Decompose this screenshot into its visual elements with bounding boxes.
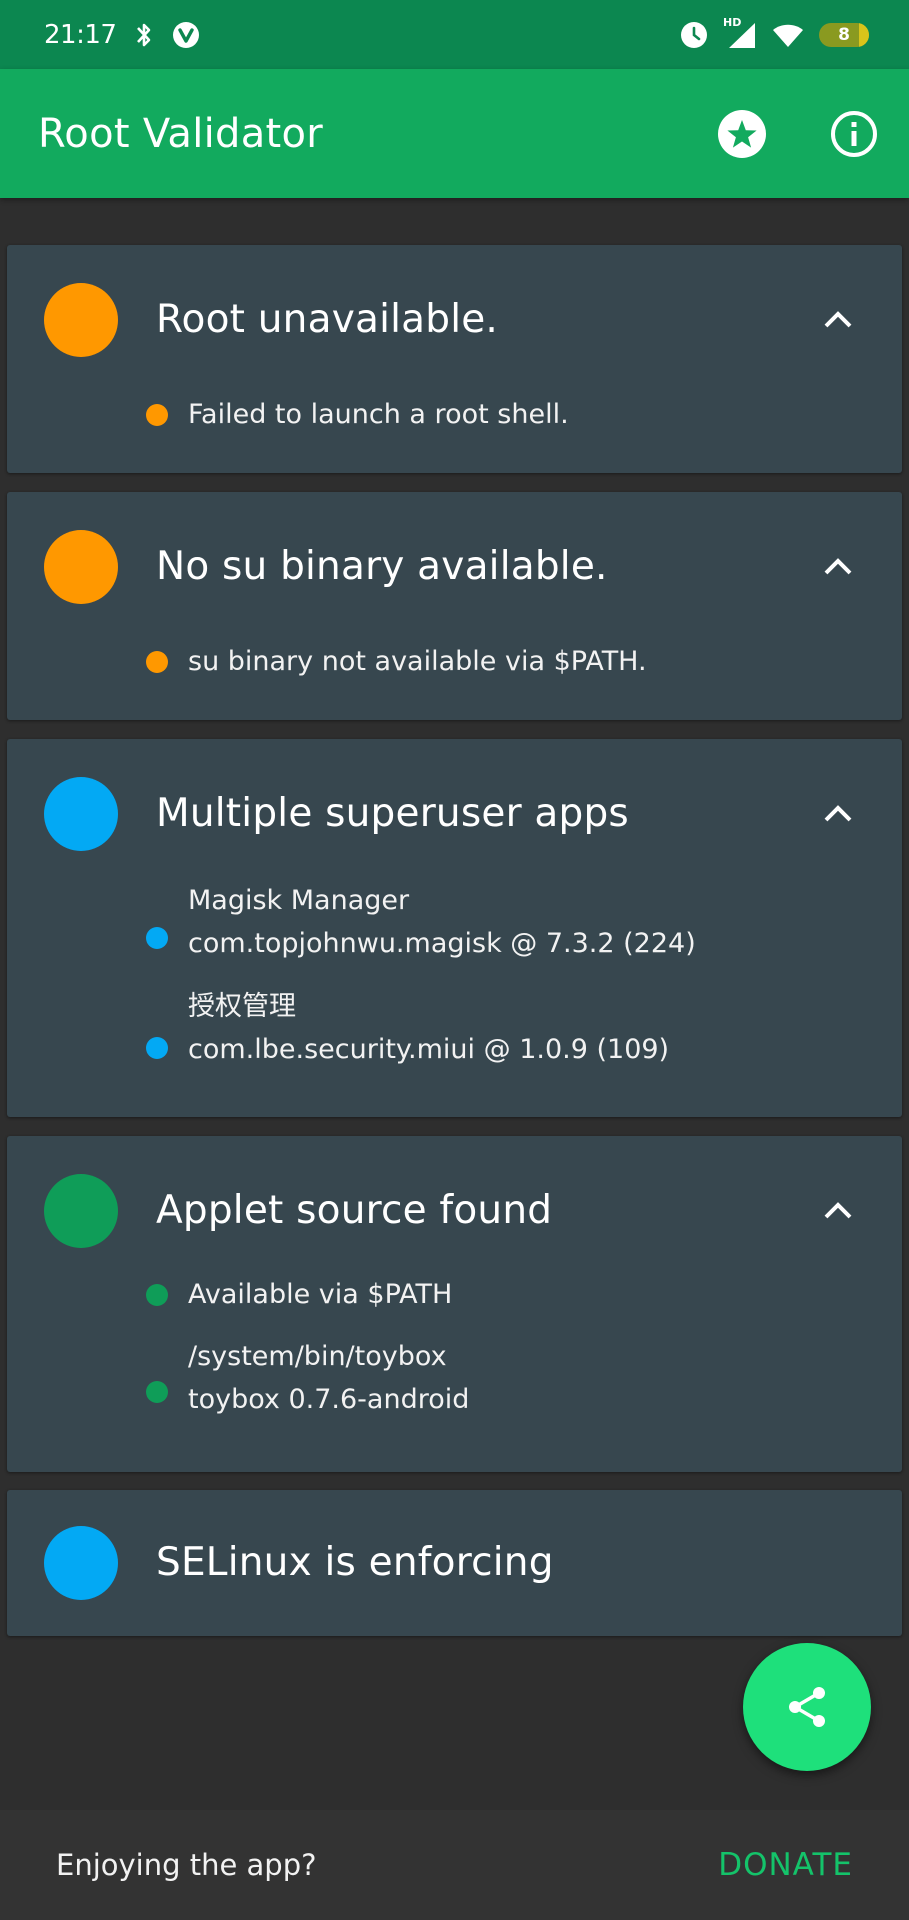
battery-indicator: 8 xyxy=(819,22,869,47)
list-item: 授权管理 com.lbe.security.miui @ 1.0.9 (109) xyxy=(7,985,902,1085)
item-line1: Magisk Manager xyxy=(188,885,410,916)
item-line1: /system/bin/toybox xyxy=(188,1341,447,1372)
item-indicator xyxy=(146,1381,168,1403)
item-line1: 授权管理 xyxy=(188,991,296,1022)
card-header[interactable]: SELinux is enforcing xyxy=(7,1490,902,1636)
status-bar: 21:17 HD 8 xyxy=(0,0,909,69)
card-header[interactable]: No su binary available. xyxy=(7,492,902,642)
battery-level: 8 xyxy=(838,24,850,45)
item-indicator xyxy=(146,1037,168,1059)
list-item: su binary not available via $PATH. xyxy=(7,632,902,692)
card-title: Applet source found xyxy=(156,1188,553,1233)
chevron-up-icon[interactable] xyxy=(816,297,860,341)
item-indicator xyxy=(146,1284,168,1306)
item-text: 授权管理 com.lbe.security.miui @ 1.0.9 (109) xyxy=(188,985,669,1071)
rate-button[interactable] xyxy=(717,109,767,159)
share-icon xyxy=(789,1687,825,1727)
hd-label: HD xyxy=(723,15,742,29)
star-icon xyxy=(718,109,766,158)
list-item: /system/bin/toybox toybox 0.7.6-android xyxy=(7,1338,902,1438)
item-text: Magisk Manager com.topjohnwu.magisk @ 7.… xyxy=(188,879,696,965)
app-bar: Root Validator xyxy=(0,69,909,198)
card-title: Root unavailable. xyxy=(156,297,499,342)
item-line1: Available via $PATH xyxy=(188,1279,453,1310)
card-header[interactable]: Multiple superuser apps xyxy=(7,739,902,889)
status-indicator xyxy=(44,283,118,357)
vivaldi-icon xyxy=(172,21,200,49)
screen: 21:17 HD 8 Root Validator Root unavailab… xyxy=(0,0,909,1920)
list-item: Magisk Manager com.topjohnwu.magisk @ 7.… xyxy=(7,879,902,979)
item-text: Failed to launch a root shell. xyxy=(188,393,569,436)
item-line1: Failed to launch a root shell. xyxy=(188,399,569,430)
status-indicator xyxy=(44,777,118,851)
status-time: 21:17 xyxy=(44,19,117,50)
donate-button[interactable]: DONATE xyxy=(718,1847,853,1883)
item-indicator xyxy=(146,404,168,426)
app-title: Root Validator xyxy=(38,110,324,157)
card-su-binary: No su binary available. su binary not av… xyxy=(7,492,902,720)
card-superuser-apps: Multiple superuser apps Magisk Manager c… xyxy=(7,739,902,1117)
item-indicator xyxy=(146,927,168,949)
app-actions xyxy=(717,109,879,159)
card-title: SELinux is enforcing xyxy=(156,1540,554,1585)
status-indicator xyxy=(44,1174,118,1248)
info-button[interactable] xyxy=(829,109,879,159)
wifi-icon xyxy=(771,21,805,49)
share-button[interactable] xyxy=(743,1643,871,1771)
card-selinux: SELinux is enforcing xyxy=(7,1490,902,1636)
item-text: /system/bin/toybox toybox 0.7.6-android xyxy=(188,1335,469,1421)
card-root-status: Root unavailable. Failed to launch a roo… xyxy=(7,245,902,473)
chevron-up-icon[interactable] xyxy=(816,544,860,588)
card-applet-source: Applet source found Available via $PATH … xyxy=(7,1136,902,1472)
chevron-up-icon[interactable] xyxy=(816,1188,860,1232)
item-indicator xyxy=(146,651,168,673)
alarm-icon xyxy=(679,20,709,50)
item-line2: com.lbe.security.miui @ 1.0.9 (109) xyxy=(188,1034,670,1065)
footer-bar: Enjoying the app? DONATE xyxy=(0,1810,909,1920)
footer-text: Enjoying the app? xyxy=(56,1848,317,1882)
item-text: su binary not available via $PATH. xyxy=(188,640,647,683)
info-icon xyxy=(831,110,877,157)
card-title: Multiple superuser apps xyxy=(156,791,629,836)
status-right: HD 8 xyxy=(679,16,869,50)
list-item: Available via $PATH xyxy=(7,1276,902,1336)
signal-icon: HD xyxy=(723,16,757,50)
card-title: No su binary available. xyxy=(156,544,608,589)
item-line2: toybox 0.7.6-android xyxy=(188,1384,470,1415)
card-header[interactable]: Root unavailable. xyxy=(7,245,902,395)
item-text: Available via $PATH xyxy=(188,1273,452,1316)
item-line1: su binary not available via $PATH. xyxy=(188,646,647,677)
card-header[interactable]: Applet source found xyxy=(7,1136,902,1286)
list-item: Failed to launch a root shell. xyxy=(7,385,902,445)
chevron-up-icon[interactable] xyxy=(816,791,860,835)
item-line2: com.topjohnwu.magisk @ 7.3.2 (224) xyxy=(188,928,696,959)
status-left: 21:17 xyxy=(44,20,200,50)
bluetooth-icon xyxy=(134,21,154,49)
status-indicator xyxy=(44,530,118,604)
status-indicator xyxy=(44,1526,118,1600)
